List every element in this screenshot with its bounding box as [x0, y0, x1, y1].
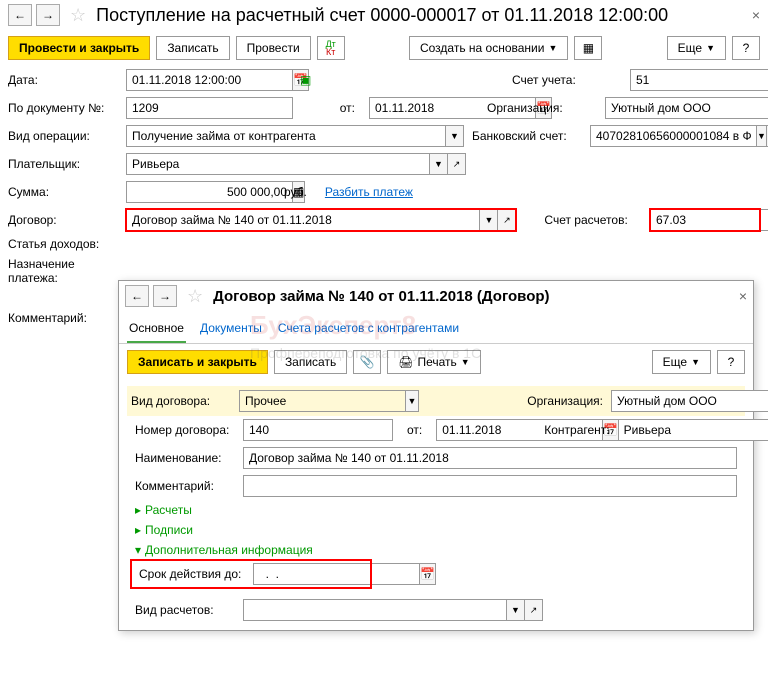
dialog-tabs: Основное Документы Счета расчетов с конт…: [119, 315, 753, 344]
main-header: ← → ☆ Поступление на расчетный счет 0000…: [0, 0, 768, 30]
dialog-help-button[interactable]: ?: [717, 350, 745, 374]
verified-icon[interactable]: ▣: [300, 73, 311, 87]
sum-input[interactable]: [126, 181, 293, 203]
expand-additional-info[interactable]: ▾ Дополнительная информация: [127, 540, 745, 560]
contract-name-input[interactable]: [243, 447, 737, 469]
close-icon[interactable]: ×: [739, 288, 747, 304]
optype-input[interactable]: [126, 125, 446, 147]
dropdown-icon[interactable]: ▼: [507, 599, 525, 621]
tab-documents[interactable]: Документы: [198, 315, 264, 343]
expand-signatures[interactable]: ▸ Подписи: [127, 520, 745, 540]
payer-input[interactable]: [126, 153, 430, 175]
main-action-bar: Провести и закрыть Записать Провести ДтК…: [0, 30, 768, 66]
dialog-more-button[interactable]: Еще ▼: [652, 350, 711, 374]
dialog-org-label: Организация:: [527, 394, 603, 408]
contract-name-label: Наименование:: [135, 451, 235, 465]
page-title: Поступление на расчетный счет 0000-00001…: [96, 5, 748, 26]
dropdown-icon[interactable]: ▼: [406, 390, 419, 412]
forward-button[interactable]: →: [36, 4, 60, 26]
dialog-comment-label: Комментарий:: [135, 479, 235, 493]
contract-type-label: Вид договора:: [131, 394, 231, 408]
dropdown-icon[interactable]: ▼: [480, 209, 498, 231]
sum-label: Сумма:: [8, 185, 118, 199]
calendar-icon[interactable]: 📅: [420, 563, 436, 585]
print-button[interactable]: 🖨 Печать ▼: [387, 350, 480, 374]
org-label: Организация:: [487, 101, 597, 115]
back-button[interactable]: ←: [125, 285, 149, 307]
dialog-org-input[interactable]: [611, 390, 768, 412]
dropdown-icon[interactable]: ▼: [430, 153, 448, 175]
dialog-comment-input[interactable]: [243, 475, 737, 497]
structure-button[interactable]: ▦: [574, 36, 602, 60]
account-label: Счет учета:: [512, 73, 622, 87]
dialog-save-close-button[interactable]: Записать и закрыть: [127, 350, 268, 374]
from-label: от:: [301, 101, 361, 115]
validity-input[interactable]: [253, 563, 420, 585]
open-icon[interactable]: ↗: [498, 209, 516, 231]
dropdown-icon[interactable]: ▼: [757, 125, 767, 147]
payer-label: Плательщик:: [8, 157, 118, 171]
contract-num-input[interactable]: [243, 419, 393, 441]
expand-calculations[interactable]: ▸ Расчеты: [127, 500, 745, 520]
tab-main[interactable]: Основное: [127, 315, 186, 343]
contragent-input[interactable]: [618, 419, 768, 441]
calctype-input[interactable]: [243, 599, 507, 621]
attach-button[interactable]: 📎: [353, 350, 381, 374]
docnum-input[interactable]: [126, 97, 293, 119]
help-button[interactable]: ?: [732, 36, 760, 60]
open-icon[interactable]: ↗: [525, 599, 543, 621]
optype-label: Вид операции:: [8, 129, 118, 143]
dialog-title: Договор займа № 140 от 01.11.2018 (Догов…: [213, 288, 735, 305]
currency-label: руб.: [284, 185, 307, 199]
validity-label: Срок действия до:: [139, 567, 245, 581]
bank-input[interactable]: [590, 125, 757, 147]
date-label: Дата:: [8, 73, 118, 87]
post-button[interactable]: Провести: [236, 36, 311, 60]
contract-dialog: ← → ☆ Договор займа № 140 от 01.11.2018 …: [118, 280, 754, 631]
from-label: от:: [401, 423, 428, 437]
dialog-save-button[interactable]: Записать: [274, 350, 347, 374]
more-button[interactable]: Еще ▼: [667, 36, 726, 60]
post-close-button[interactable]: Провести и закрыть: [8, 36, 150, 60]
forward-button[interactable]: →: [153, 285, 177, 307]
save-button[interactable]: Записать: [156, 36, 229, 60]
back-button[interactable]: ←: [8, 4, 32, 26]
favorite-icon[interactable]: ☆: [70, 5, 86, 26]
org-input[interactable]: [605, 97, 768, 119]
date-input[interactable]: [126, 69, 293, 91]
bank-label: Банковский счет:: [472, 129, 582, 143]
dropdown-icon[interactable]: ▼: [446, 125, 464, 147]
account-input[interactable]: [630, 69, 768, 91]
tab-accounts[interactable]: Счета расчетов с контрагентами: [276, 315, 461, 343]
contract-label: Договор:: [8, 213, 118, 227]
favorite-icon[interactable]: ☆: [187, 286, 203, 307]
contract-num-label: Номер договора:: [135, 423, 235, 437]
split-payment-link[interactable]: Разбить платеж: [325, 185, 413, 199]
docnum-label: По документу №:: [8, 101, 118, 115]
contract-input[interactable]: [126, 209, 480, 231]
contragent-label: Контрагент:: [544, 423, 609, 437]
close-icon[interactable]: ×: [752, 7, 760, 23]
comment-label: Комментарий:: [8, 311, 118, 325]
open-icon[interactable]: ↗: [448, 153, 466, 175]
contract-type-input[interactable]: [239, 390, 406, 412]
income-label: Статья доходов:: [8, 237, 118, 251]
dtkt-button[interactable]: ДтКт: [317, 36, 345, 60]
calctype-label: Вид расчетов:: [135, 603, 235, 617]
settlement-input[interactable]: [650, 209, 768, 231]
create-based-button[interactable]: Создать на основании ▼: [409, 36, 568, 60]
purpose-label: Назначение платежа:: [8, 257, 118, 285]
settlement-label: Счет расчетов:: [544, 213, 642, 227]
